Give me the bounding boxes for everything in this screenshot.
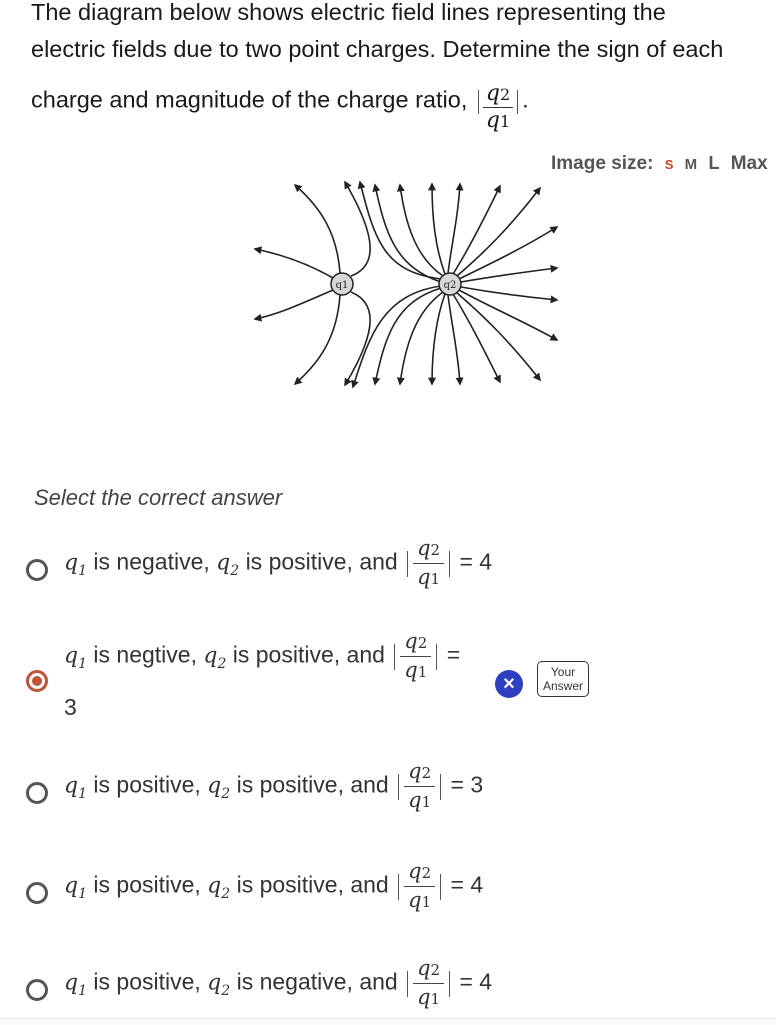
charge-ratio: q2 q1 [404, 858, 436, 915]
question-text: The diagram below shows electric field l… [31, 0, 776, 135]
abs-bar-left [477, 89, 479, 114]
option-result-wrap: 3 [64, 694, 77, 720]
select-answer-label: Select the correct answer [34, 485, 283, 510]
question-line-1: The diagram below shows electric field l… [31, 0, 666, 25]
charge-ratio: q2 q1 [413, 955, 445, 1012]
field-line [456, 292, 541, 382]
radio-button[interactable] [26, 782, 48, 804]
radio-button[interactable] [26, 559, 48, 581]
charge-ratio: q2 q1 [482, 82, 514, 135]
option-result: = 4 [459, 968, 493, 995]
abs-bar-right [517, 89, 519, 114]
option-result: = 4 [459, 548, 493, 575]
field-line [396, 291, 444, 386]
image-size-s[interactable]: S [665, 157, 674, 172]
charge-q1-label: q1 [336, 280, 349, 291]
image-size-control: Image size: S M L Max [551, 153, 768, 175]
your-answer-badge: Your Answer [537, 661, 589, 697]
image-size-label: Image size: [551, 153, 654, 174]
field-line [253, 246, 334, 279]
radio-button[interactable] [26, 882, 48, 904]
charge-ratio: q2 q1 [404, 758, 436, 815]
field-line [253, 289, 334, 322]
question-line-2: electric fields due to two point charges… [31, 36, 724, 62]
field-line [447, 182, 464, 274]
field-line [447, 294, 464, 386]
field-line [344, 180, 371, 277]
field-line [351, 285, 442, 389]
option-result: = [446, 641, 461, 668]
incorrect-icon: × [495, 670, 523, 698]
field-line [458, 226, 559, 280]
field-line [293, 183, 341, 274]
field-line [456, 186, 541, 277]
radio-button[interactable] [26, 979, 48, 1001]
option-result: = 4 [450, 871, 484, 898]
charge-ratio: q2 q1 [400, 628, 432, 685]
field-line [428, 182, 446, 275]
option-result: = 3 [450, 771, 484, 798]
image-size-max[interactable]: Max [731, 153, 768, 174]
electric-field-diagram: q1 q2 [253, 180, 559, 389]
field-lines [253, 180, 559, 389]
question-line-3: charge and magnitude of the charge ratio… [31, 81, 529, 135]
charge-q2-label: q2 [444, 280, 457, 291]
field-line [372, 183, 442, 283]
ratio-numerator: q2 [482, 82, 514, 108]
charge-ratio: q2 q1 [413, 535, 445, 592]
radio-button-selected[interactable] [26, 670, 48, 692]
image-size-m[interactable]: M [685, 156, 698, 173]
image-size-l[interactable]: L [708, 153, 719, 173]
field-line [293, 294, 341, 386]
field-line [428, 293, 446, 386]
field-line [452, 184, 501, 275]
ratio-denominator: q1 [485, 108, 511, 133]
